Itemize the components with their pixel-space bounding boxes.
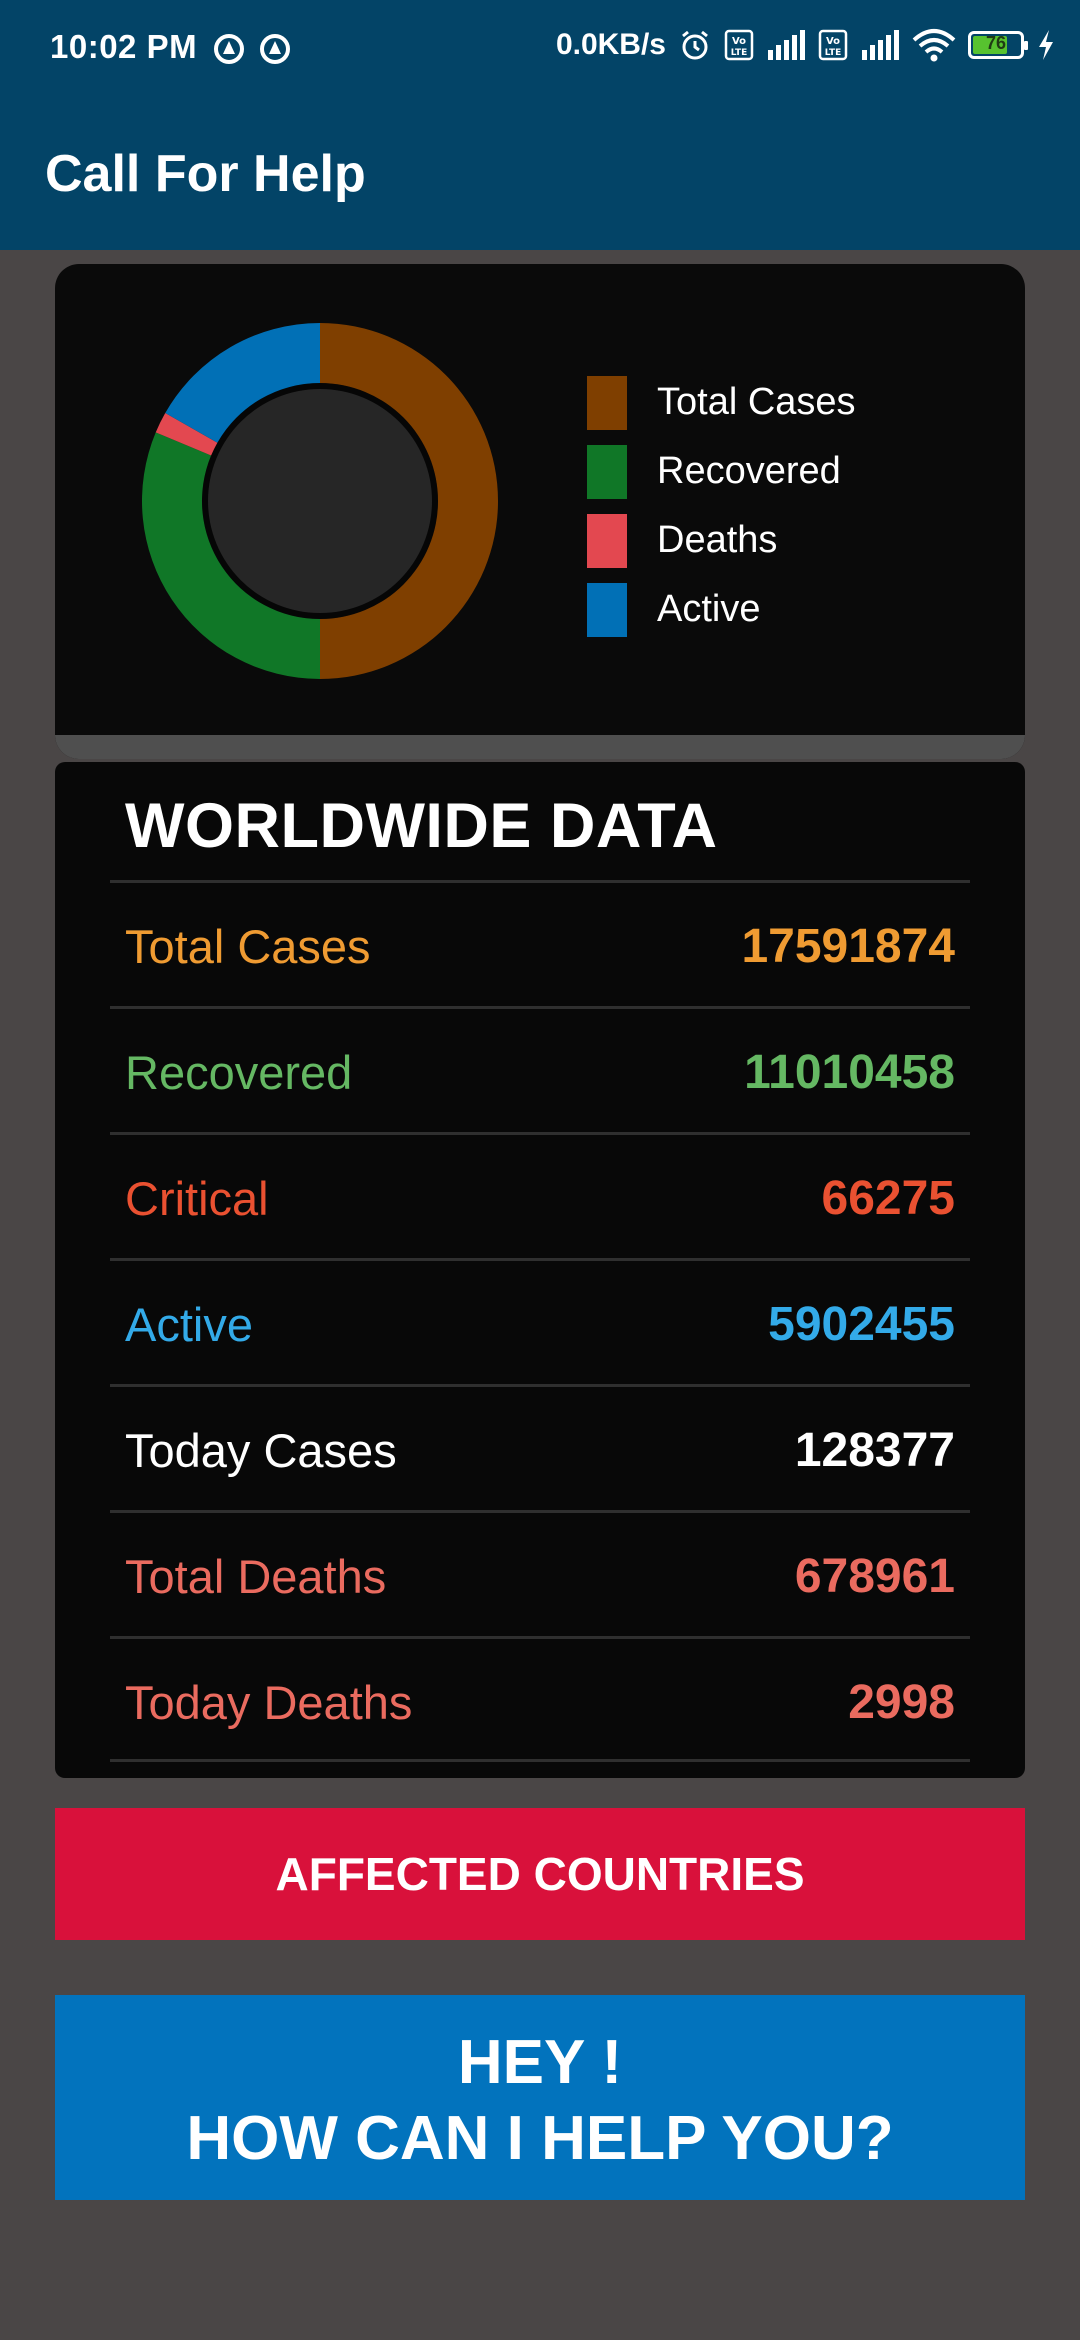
legend-label: Active [657,588,761,630]
legend-label: Total Cases [657,381,856,423]
data-row: Recovered 11010458 [110,1006,970,1132]
help-button-line2: HOW CAN I HELP YOU? [186,2104,894,2173]
affected-countries-button[interactable]: AFFECTED COUNTRIES [55,1808,1025,1940]
vpn-icon [214,34,244,64]
legend-item: Deaths [587,506,856,575]
battery-nub [1024,41,1028,50]
legend-item: Recovered [587,437,856,506]
data-row-value: 5902455 [768,1298,955,1351]
data-row-label: Critical [125,1172,269,1225]
legend-label: Deaths [657,519,778,561]
legend-item: Active [587,575,856,644]
alarm-icon [682,30,708,60]
battery-level: 76 [985,33,1007,53]
signal-icon [768,30,805,60]
volte-icon: Vo LTE [724,29,754,61]
app-title: Call For Help [45,145,366,203]
legend-swatch [587,513,627,568]
chart-card: Total Cases Recovered Deaths Active [55,264,1025,759]
data-row-label: Total Cases [125,920,371,973]
vpn-icon [260,34,290,64]
data-row: Today Deaths 2998 [110,1636,970,1762]
chart-legend: Total Cases Recovered Deaths Active [587,368,856,644]
data-row-value: 17591874 [741,920,955,973]
worldwide-title: WORLDWIDE DATA [125,791,718,861]
donut-hole [208,389,432,613]
data-row: Total Cases 17591874 [110,880,970,1006]
data-row: Total Deaths 678961 [110,1510,970,1636]
donut-chart [142,323,498,679]
worldwide-data-card: WORLDWIDE DATA Total Cases 17591874 Recove… [55,762,1025,1778]
svg-text:Vo: Vo [826,36,840,47]
help-button[interactable]: HEY ! HOW CAN I HELP YOU? [55,1995,1025,2200]
status-time: 10:02 PM [50,28,198,65]
data-row: Today Cases 128377 [110,1384,970,1510]
legend-item: Total Cases [587,368,856,437]
help-button-line1: HEY ! [457,2028,623,2097]
data-row: Critical 66275 [110,1132,970,1258]
status-bar: 10:02 PM 0.0KB/s Vo LTE Vo LTE 76 [0,0,1080,100]
legend-swatch [587,582,627,637]
volte-icon: Vo LTE [818,29,848,61]
data-row-value: 2998 [848,1676,955,1729]
data-row-label: Active [125,1298,253,1351]
data-row-value: 11010458 [744,1046,955,1099]
network-speed: 0.0KB/s [555,28,666,61]
wifi-icon [912,29,956,62]
data-row: Active 5902455 [110,1258,970,1384]
chart-card-shade [55,735,1025,759]
data-row-label: Recovered [125,1046,353,1099]
status-right: 0.0KB/s Vo LTE Vo LTE 76 [556,28,1056,62]
legend-label: Recovered [657,450,841,492]
battery-icon: 76 [968,31,1028,59]
app-bar: Call For Help [0,100,1080,250]
status-left-icons [212,32,292,66]
data-row-value: 128377 [794,1424,955,1477]
data-row-label: Today Cases [125,1424,397,1477]
charging-icon [1039,30,1053,60]
legend-swatch [587,375,627,430]
svg-text:LTE: LTE [825,48,842,58]
data-row-label: Total Deaths [125,1550,387,1603]
legend-swatch [587,444,627,499]
data-row-label: Today Deaths [125,1676,413,1729]
signal-icon [862,30,899,60]
data-row-value: 678961 [794,1550,955,1603]
data-row-value: 66275 [821,1172,955,1225]
svg-text:LTE: LTE [731,48,748,58]
svg-text:Vo: Vo [732,36,746,47]
